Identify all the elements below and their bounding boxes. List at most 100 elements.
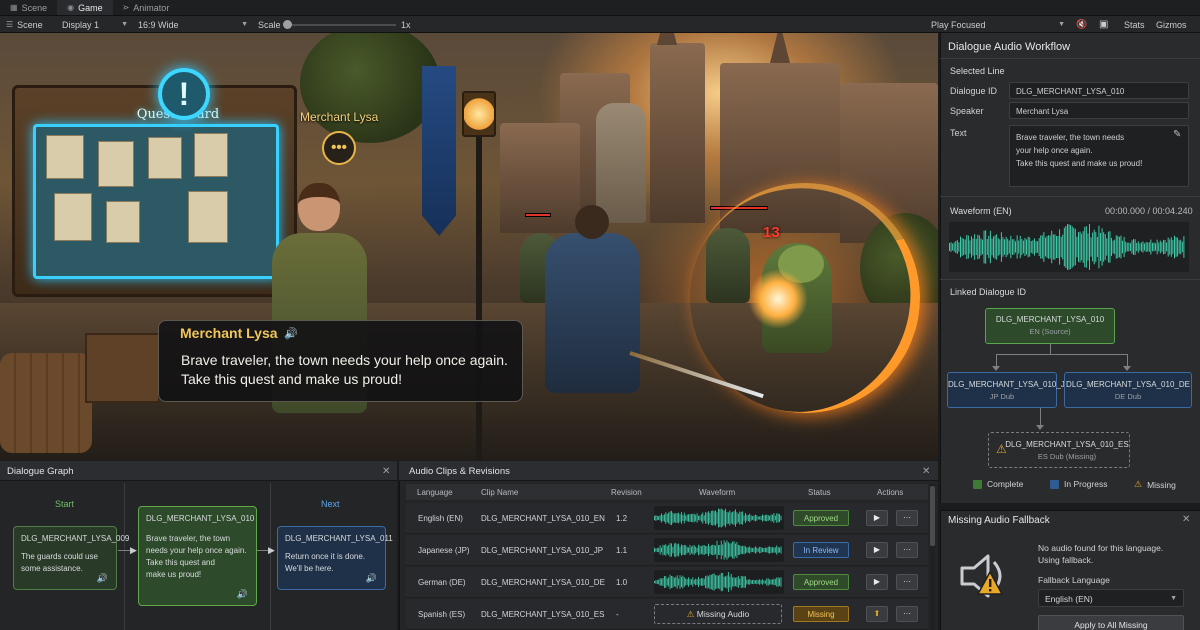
grid-icon: ▦ [10,3,18,12]
speech-bubble-icon[interactable]: ••• [322,131,356,165]
column-header-waveform[interactable]: Waveform [699,488,735,497]
stats-button[interactable]: Stats [1124,16,1145,33]
dialogue-id-label: Dialogue ID [950,86,998,96]
text-line: your help once again. [1016,146,1093,155]
row-waveform[interactable] [654,570,784,594]
maximize-icon[interactable]: ▣ [1099,16,1108,33]
apply-to-all-missing-button[interactable]: Apply to All Missing [1038,615,1184,630]
dialogue-text-field[interactable]: Brave traveler, the town needs your help… [1009,125,1189,187]
game-viewport[interactable]: Quest Board ! Merchant Lysa ••• 13 Merch… [0,33,938,460]
column-header-clip[interactable]: Clip Name [481,488,518,497]
row-language: English (EN) [418,514,463,523]
more-options-icon[interactable]: ··· [896,606,918,622]
tree-foliage [300,33,440,143]
graph-node-next[interactable]: DLG_MERCHANT_LYSA_011 Return once it is … [277,526,393,590]
inspector-title: Dialogue Audio Workflow [948,41,1071,53]
upload-icon[interactable]: ⬆ [866,606,888,622]
linked-node-es-missing[interactable]: DLG_MERCHANT_LYSA_010_ES ES Dub (Missing… [988,432,1130,468]
row-clip-name: DLG_MERCHANT_LYSA_010_JP [481,546,604,555]
player-head [575,205,609,239]
speaker-warning-icon [956,546,1016,606]
scene-dropdown[interactable]: ☰ Scene [6,16,43,33]
scene-icon: ☰ [6,20,14,29]
fallback-message-line: Using fallback. [1038,555,1094,565]
node-sub: DE Dub [1114,392,1142,401]
text-label: Text [950,128,967,138]
player-knight[interactable] [545,233,640,393]
clips-scrollbar-thumb[interactable] [930,486,935,546]
more-options-icon[interactable]: ··· [896,510,918,526]
play-icon[interactable]: ▶ [866,510,888,526]
hit-burst-effect [748,269,808,329]
scale-slider-track[interactable] [290,24,396,26]
display-dropdown[interactable]: Display 1 ▼ [62,16,128,33]
fallback-language-label: Fallback Language [1038,575,1110,585]
row-waveform[interactable] [654,506,784,530]
audio-clips-title: Audio Clips & Revisions [409,466,510,477]
graph-node-id: DLG_MERCHANT_LYSA_011 [285,534,393,543]
row-waveform-graphic [654,572,782,592]
gizmos-button[interactable]: Gizmos [1156,16,1187,33]
linked-node-source[interactable]: DLG_MERCHANT_LYSA_010 EN (Source) [985,308,1115,344]
column-header-revision[interactable]: Revision [611,488,642,497]
legend-complete: Complete [973,479,1023,489]
linked-node-de[interactable]: DLG_MERCHANT_LYSA_010_DE DE Dub [1064,372,1192,408]
linked-node-jp[interactable]: DLG_MERCHANT_LYSA_010_JP JP Dub [947,372,1071,408]
row-revision: 1.1 [616,546,628,555]
waveform-preview[interactable] [949,222,1189,272]
table-row[interactable]: Spanish (ES) DLG_MERCHANT_LYSA_010_ES - ⚠ M… [406,599,928,630]
row-language: Japanese (JP) [418,546,470,555]
column-header-language[interactable]: Language [417,488,453,497]
speaker-icon[interactable]: 🔊 [366,572,377,584]
missing-audio-placeholder[interactable]: ⚠ Missing Audio [654,604,782,624]
gamepad-icon: ◉ [67,3,75,12]
table-row[interactable]: English (EN) DLG_MERCHANT_LYSA_010_EN 1.2 A… [406,503,928,534]
column-header-status[interactable]: Status [808,488,831,497]
close-icon[interactable]: ✕ [922,466,930,477]
table-row[interactable]: Japanese (JP) DLG_MERCHANT_LYSA_010_JP 1.1… [406,535,928,566]
row-waveform[interactable] [654,538,784,562]
speaker-label: Speaker [950,106,984,116]
tab-scene[interactable]: ▦ Scene [0,0,57,15]
play-icon[interactable]: ▶ [866,542,888,558]
quest-board-panel [33,124,279,279]
audio-mute-icon[interactable]: 🔇 [1076,16,1087,33]
speaker-icon[interactable]: 🔊 [97,572,108,584]
quest-note [188,191,228,243]
speaker-icon[interactable]: 🔊 [284,327,298,340]
play-mode-dropdown[interactable]: Play Focused ▼ [931,16,1065,33]
chevron-down-icon: ▼ [1058,21,1065,28]
tab-animator[interactable]: ⋗ Animator [113,0,180,15]
play-icon[interactable]: ▶ [866,574,888,590]
legend-in-progress: In Progress [1050,479,1107,489]
dialogue-speaker: Merchant Lysa [180,325,278,341]
castle-tower [650,43,705,223]
table-row[interactable]: German (DE) DLG_MERCHANT_LYSA_010_DE 1.0 Ap… [406,567,928,598]
start-column-label: Start [55,499,75,509]
aspect-dropdown[interactable]: 16:9 Wide ▼ [138,16,248,33]
more-options-icon[interactable]: ··· [896,542,918,558]
row-clip-name: DLG_MERCHANT_LYSA_010_EN [481,514,605,523]
close-icon[interactable]: ✕ [382,466,390,477]
play-mode-label: Play Focused [931,19,986,30]
scale-slider-handle[interactable] [283,20,292,29]
tab-game[interactable]: ◉ Game [57,0,113,15]
dialogue-id-field[interactable]: DLG_MERCHANT_LYSA_010 [1009,82,1189,99]
graph-node-prev[interactable]: DLG_MERCHANT_LYSA_009 The guards could u… [13,526,129,590]
more-options-icon[interactable]: ··· [896,574,918,590]
node-id: DLG_MERCHANT_LYSA_010_JP [948,380,1071,389]
merchant-npc-head [298,183,340,231]
waveform-timecode: 00:00.000 / 00:04.240 [1105,206,1193,216]
legend-swatch [1050,479,1059,489]
speaker-field[interactable]: Merchant Lysa [1009,102,1189,119]
column-header-actions[interactable]: Actions [877,488,903,497]
graph-node-current[interactable]: DLG_MERCHANT_LYSA_010 Brave traveler, th… [138,506,257,606]
game-toolbar: ☰ Scene Display 1 ▼ 16:9 Wide ▼ Scale 1x Pl… [0,16,1200,33]
arrow-right-icon: ▶ [130,545,137,555]
speaker-icon[interactable]: 🔊 [237,588,248,600]
fallback-language-select[interactable]: English (EN) ▼ [1038,589,1184,607]
close-icon[interactable]: ✕ [1182,514,1190,525]
selected-line-heading: Selected Line [950,66,1005,76]
row-waveform-graphic [654,508,782,528]
edit-pencil-icon[interactable]: ✎ [1173,129,1181,140]
